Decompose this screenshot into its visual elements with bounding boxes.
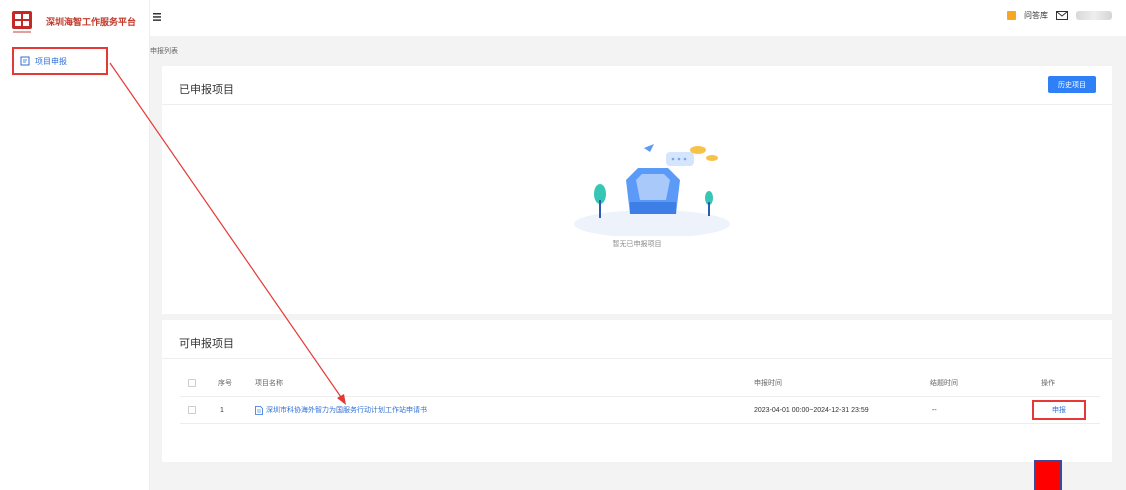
select-all-checkbox[interactable] bbox=[188, 379, 196, 387]
file-icon bbox=[255, 405, 263, 415]
menu-toggle-icon[interactable] bbox=[152, 12, 162, 22]
table-header-row: 序号 项目名称 申报时间 结题时间 操作 bbox=[180, 370, 1100, 396]
breadcrumb: 申报列表 bbox=[150, 48, 178, 55]
column-header-index: 序号 bbox=[218, 380, 232, 387]
available-projects-title: 可申报项目 bbox=[179, 338, 234, 350]
history-projects-button[interactable]: 历史项目 bbox=[1048, 76, 1096, 93]
empty-box-illustration-icon bbox=[574, 144, 730, 236]
help-link[interactable]: 问答库 bbox=[1024, 10, 1048, 21]
help-icon[interactable] bbox=[1007, 11, 1016, 20]
sidebar-item-label: 项目申报 bbox=[35, 56, 67, 66]
declared-projects-title: 已申报项目 bbox=[179, 84, 234, 96]
declared-projects-card: 已申报项目 历史项目 暂无已申报项目 bbox=[162, 66, 1112, 314]
top-header: 问答库 bbox=[150, 0, 1126, 36]
row-apply-time: 2023-04-01 00:00~2024-12-31 23:59 bbox=[754, 406, 869, 414]
row-index: 1 bbox=[220, 406, 224, 414]
sidebar-item-project-apply[interactable]: 项目申报 bbox=[12, 47, 108, 75]
logo-icon bbox=[12, 11, 32, 33]
mail-icon[interactable] bbox=[1056, 11, 1068, 20]
column-header-name: 项目名称 bbox=[255, 380, 283, 387]
project-name-link[interactable]: 深圳市科协海外智力为国服务行动计划工作站申请书 bbox=[255, 405, 427, 415]
project-name-text: 深圳市科协海外智力为国服务行动计划工作站申请书 bbox=[266, 407, 427, 414]
apply-button[interactable]: 申报 bbox=[1032, 400, 1086, 420]
annotation-marker bbox=[1034, 460, 1062, 490]
row-end-time: -- bbox=[932, 406, 937, 414]
main-content: 申报列表 已申报项目 历史项目 暂无已申报项目 可申报项目 序号 项目名称 申报… bbox=[150, 36, 1126, 490]
available-projects-card: 可申报项目 序号 项目名称 申报时间 结题时间 操作 1 深圳市科协海外智力为国… bbox=[162, 320, 1112, 462]
table-row: 1 深圳市科协海外智力为国服务行动计划工作站申请书 2023-04-01 00:… bbox=[180, 397, 1100, 423]
user-avatar[interactable] bbox=[1076, 11, 1112, 20]
sidebar: 深圳海智工作服务平台 项目申报 bbox=[0, 0, 150, 490]
divider bbox=[162, 104, 1112, 105]
document-icon bbox=[20, 56, 30, 66]
column-header-apply-time: 申报时间 bbox=[754, 380, 782, 387]
brand-title: 深圳海智工作服务平台 bbox=[46, 17, 137, 27]
column-header-end-time: 结题时间 bbox=[930, 380, 958, 387]
row-checkbox[interactable] bbox=[188, 406, 196, 414]
empty-state-text: 暂无已申报项目 bbox=[612, 241, 662, 248]
divider bbox=[180, 423, 1100, 424]
divider bbox=[162, 358, 1112, 359]
column-header-action: 操作 bbox=[1041, 380, 1055, 387]
header-actions: 问答库 bbox=[1007, 10, 1112, 21]
